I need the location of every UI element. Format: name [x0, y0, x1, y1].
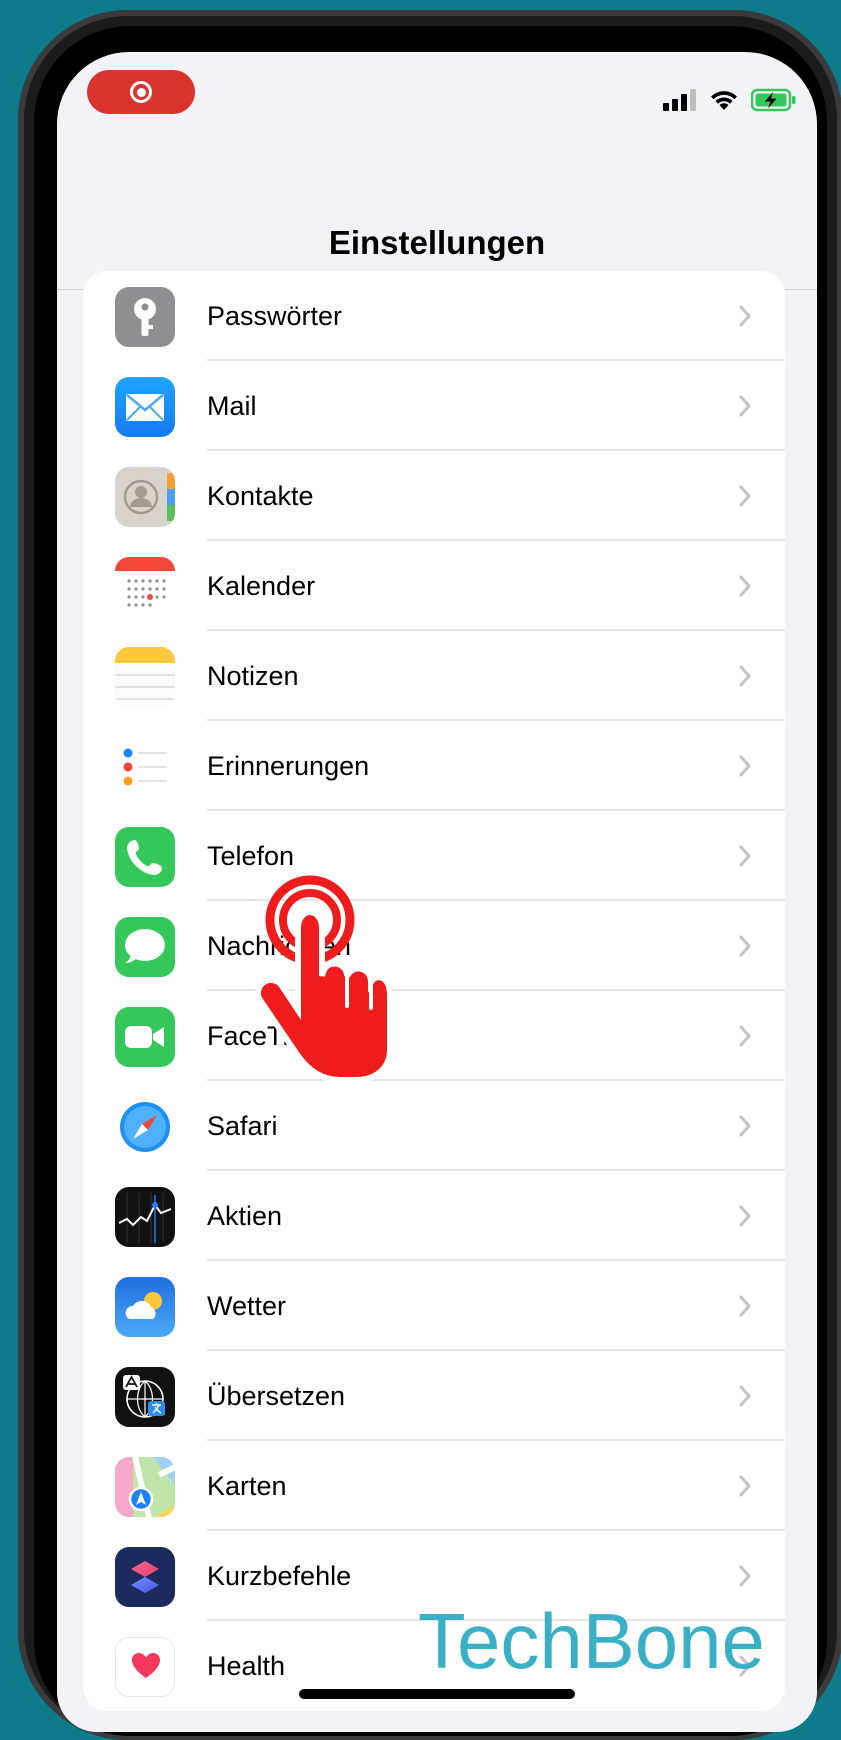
chevron-right-icon — [739, 1205, 751, 1227]
row-label: Karten — [207, 1471, 287, 1501]
screen: Einstellungen Passwörter Mail Kontakte K… — [57, 52, 817, 1732]
settings-row-safari[interactable]: Safari — [83, 1081, 785, 1171]
maps-icon — [115, 1457, 175, 1517]
settings-row-uebersetzen[interactable]: Übersetzen — [83, 1351, 785, 1441]
key-icon — [115, 287, 175, 347]
health-icon — [115, 1637, 175, 1697]
settings-row-kalender[interactable]: Kalender — [83, 541, 785, 631]
row-label: Kontakte — [207, 481, 314, 511]
navigation-bar: Einstellungen — [57, 152, 817, 290]
row-label: Wetter — [207, 1291, 287, 1321]
chevron-right-icon — [739, 1565, 751, 1587]
chevron-right-icon — [739, 1115, 751, 1137]
row-label: Mail — [207, 391, 257, 421]
settings-row-passwoerter[interactable]: Passwörter — [83, 271, 785, 361]
chevron-right-icon — [739, 1385, 751, 1407]
settings-row-mail[interactable]: Mail — [83, 361, 785, 451]
chevron-right-icon — [739, 845, 751, 867]
settings-row-karten[interactable]: Karten — [83, 1441, 785, 1531]
settings-row-telefon[interactable]: Telefon — [83, 811, 785, 901]
settings-row-notizen[interactable]: Notizen — [83, 631, 785, 721]
watermark: TechBone — [418, 1597, 765, 1685]
row-label: Übersetzen — [207, 1381, 346, 1411]
settings-row-aktien[interactable]: Aktien — [83, 1171, 785, 1261]
mail-icon — [115, 377, 175, 437]
chevron-right-icon — [739, 1295, 751, 1317]
phone-icon — [115, 827, 175, 887]
chevron-right-icon — [739, 665, 751, 687]
settings-row-erinnerungen[interactable]: Erinnerungen — [83, 721, 785, 811]
weather-icon — [115, 1277, 175, 1337]
row-label: Erinnerungen — [207, 751, 370, 781]
screen-recording-indicator[interactable] — [87, 70, 195, 114]
settings-row-wetter[interactable]: Wetter — [83, 1261, 785, 1351]
battery-charging-icon — [751, 88, 796, 112]
facetime-icon — [115, 1007, 175, 1067]
home-indicator[interactable] — [299, 1689, 575, 1699]
settings-row-kontakte[interactable]: Kontakte — [83, 451, 785, 541]
row-label: Notizen — [207, 661, 299, 691]
settings-row-facetime[interactable]: FaceTime — [83, 991, 785, 1081]
row-label: Passwörter — [207, 301, 343, 331]
chevron-right-icon — [739, 305, 751, 327]
chevron-right-icon — [739, 755, 751, 777]
notes-icon — [115, 647, 175, 707]
chevron-right-icon — [739, 1025, 751, 1047]
status-bar — [57, 52, 817, 152]
record-icon — [130, 81, 152, 103]
reminders-icon — [115, 737, 175, 797]
stocks-icon — [115, 1187, 175, 1247]
safari-icon — [115, 1097, 175, 1157]
shortcuts-icon — [115, 1547, 175, 1607]
tap-hand-icon — [254, 875, 392, 1083]
chevron-right-icon — [739, 935, 751, 957]
row-label: Kalender — [207, 571, 316, 601]
row-label: Safari — [207, 1111, 278, 1141]
chevron-right-icon — [739, 575, 751, 597]
page-title: Einstellungen — [328, 224, 546, 261]
contacts-icon — [115, 467, 175, 527]
row-label: Kurzbefehle — [207, 1561, 352, 1591]
settings-list: Passwörter Mail Kontakte Kalender Notize… — [83, 271, 785, 1711]
calendar-icon — [115, 557, 175, 617]
cellular-signal-icon — [663, 89, 696, 111]
row-label: Aktien — [207, 1201, 283, 1231]
status-icons — [663, 88, 797, 112]
chevron-right-icon — [739, 1475, 751, 1497]
settings-row-nachrichten[interactable]: Nachrichten — [83, 901, 785, 991]
wifi-icon — [711, 91, 737, 110]
row-label: Health — [207, 1651, 286, 1681]
messages-icon — [115, 917, 175, 977]
translate-icon — [115, 1367, 175, 1427]
chevron-right-icon — [739, 485, 751, 507]
chevron-right-icon — [739, 395, 751, 417]
